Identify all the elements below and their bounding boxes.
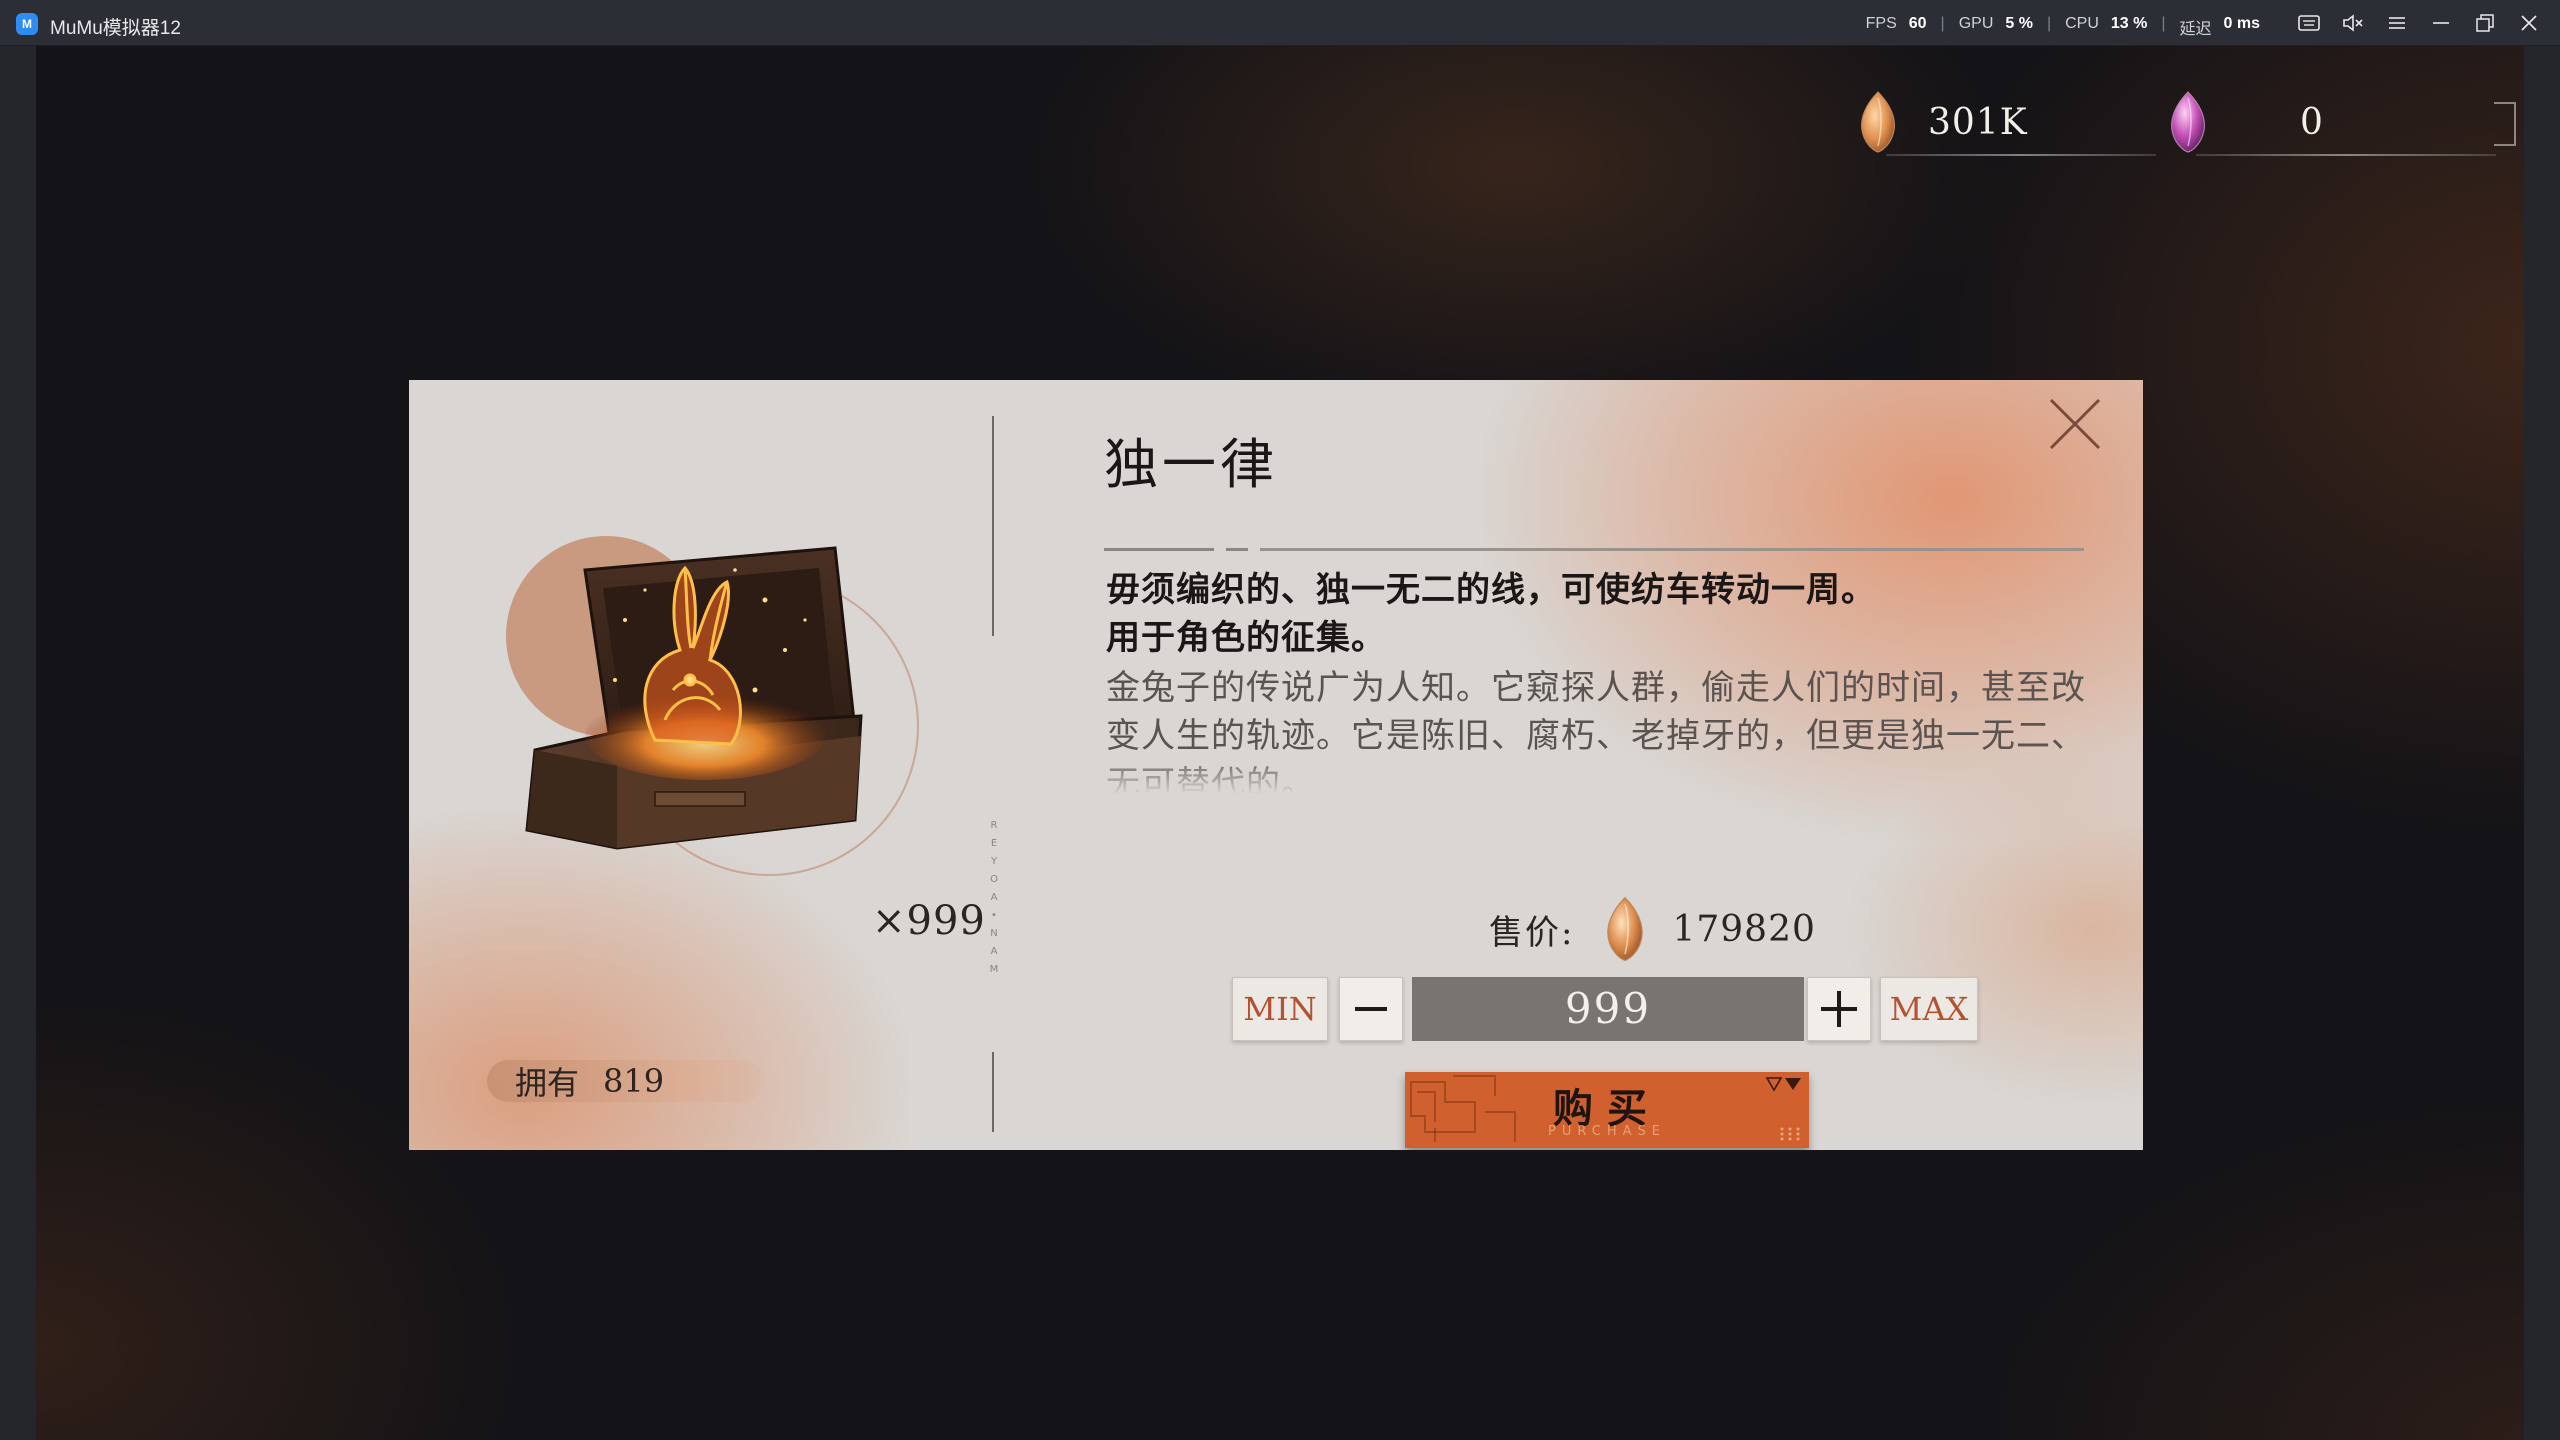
currency-bracket	[2494, 102, 2516, 146]
vertical-letter: N	[990, 928, 998, 939]
emulator-left-border	[0, 46, 36, 1440]
item-lore-text[interactable]: 金兔子的传说广为人知。它窥探人群，偷走人们的时间，甚至改变人生的轨迹。它是陈旧、…	[1106, 664, 2096, 794]
game-viewport: 301K 0 ×999 拥有 819 R E Y O A • N A M 独一律…	[36, 46, 2524, 1440]
close-window-icon[interactable]	[2512, 6, 2546, 40]
restore-window-icon[interactable]	[2468, 6, 2502, 40]
latency-label: 延迟	[2179, 21, 2212, 38]
purchase-button[interactable]: 购买 PURCHASE	[1405, 1072, 1809, 1148]
vertical-letter: A	[990, 892, 998, 903]
fps-value: 60	[1908, 15, 1927, 32]
currency-underline	[1886, 154, 2156, 156]
minus-icon	[1355, 1007, 1387, 1011]
close-button[interactable]	[2043, 392, 2107, 456]
min-quantity-button[interactable]: MIN	[1232, 977, 1328, 1041]
cpu-value: 13 %	[2110, 15, 2148, 32]
fps-label: FPS	[1865, 15, 1897, 32]
dialog-glow	[1843, 750, 2143, 1110]
performance-stats: FPS 60 | GPU 5 % | CPU 13 % | 延迟 0 ms	[1865, 15, 2260, 38]
title-underline	[1104, 548, 2084, 551]
max-quantity-button[interactable]: MAX	[1880, 977, 1978, 1041]
gold-currency-display[interactable]: 301K	[1856, 82, 2156, 162]
owned-count-pill: 拥有 819	[487, 1060, 763, 1102]
vertical-divider	[992, 416, 994, 636]
amber-drop-gem-icon	[1607, 896, 1644, 962]
close-x-icon	[2049, 398, 2101, 450]
window-controls	[2292, 0, 2546, 46]
purchase-sub-label: PURCHASE	[1548, 1124, 1666, 1139]
currency-underline	[2196, 154, 2496, 156]
description-line: 毋须编织的、独一无二的线，可使纺车转动一周。	[1106, 570, 1876, 610]
vertical-letter: R	[990, 820, 998, 831]
window-title: MuMu模拟器12	[50, 18, 181, 39]
latency-value: 0 ms	[2223, 15, 2260, 32]
min-label: MIN	[1243, 990, 1317, 1028]
vertical-letter: E	[990, 838, 998, 849]
max-label: MAX	[1889, 990, 1969, 1028]
dot-grid-decor-icon	[1780, 1127, 1800, 1141]
amber-drop-gem-icon	[1861, 91, 1895, 153]
menu-icon[interactable]	[2380, 6, 2414, 40]
vertical-decor-letters: R E Y O A • N A M	[988, 820, 1000, 975]
golden-rabbit-box-image	[525, 546, 863, 850]
item-description: 毋须编织的、独一无二的线，可使纺车转动一周。 用于角色的征集。	[1106, 566, 2096, 662]
vertical-letter: O	[990, 874, 998, 885]
vertical-letter: •	[991, 910, 997, 921]
item-name: 独一律	[1104, 433, 1278, 496]
owned-count: 819	[603, 1062, 665, 1100]
mumu-logo-icon: M	[16, 13, 38, 35]
price-value: 179820	[1672, 908, 1816, 950]
vertical-letter: Y	[990, 856, 998, 867]
increase-quantity-button[interactable]	[1807, 977, 1871, 1041]
price-label: 售价:	[1489, 912, 1575, 953]
triangle-decor-icon	[1765, 1077, 1801, 1092]
gem-currency-display[interactable]: 0	[2166, 82, 2516, 162]
gpu-label: GPU	[1958, 15, 1994, 32]
purple-drop-gem-icon	[2171, 91, 2205, 153]
purchase-dialog: ×999 拥有 819 R E Y O A • N A M 独一律 毋须编织的、独一无二的线，可…	[409, 380, 2143, 1150]
gpu-value: 5 %	[2005, 15, 2033, 32]
emulator-right-border	[2524, 46, 2560, 1440]
cpu-label: CPU	[2065, 15, 2099, 32]
volume-muted-icon[interactable]	[2336, 6, 2370, 40]
decrease-quantity-button[interactable]	[1339, 977, 1403, 1041]
item-quantity-badge: ×999	[872, 898, 986, 944]
minimize-icon[interactable]	[2424, 6, 2458, 40]
description-line: 用于角色的征集。	[1106, 618, 1386, 658]
emulator-title-bar: M MuMu模拟器12 FPS 60 | GPU 5 % | CPU 13 % …	[0, 0, 2560, 46]
quantity-input[interactable]	[1412, 977, 1804, 1041]
vertical-letter: A	[990, 946, 998, 957]
gold-amount: 301K	[1928, 101, 2028, 143]
price-row: 售价: 179820	[1489, 894, 1816, 964]
vertical-letter: M	[989, 964, 999, 975]
keyboard-icon[interactable]	[2292, 6, 2326, 40]
vertical-divider	[992, 1052, 994, 1132]
plus-icon	[1821, 991, 1857, 1027]
gem-amount: 0	[2300, 101, 2324, 143]
owned-label: 拥有	[515, 1064, 580, 1102]
